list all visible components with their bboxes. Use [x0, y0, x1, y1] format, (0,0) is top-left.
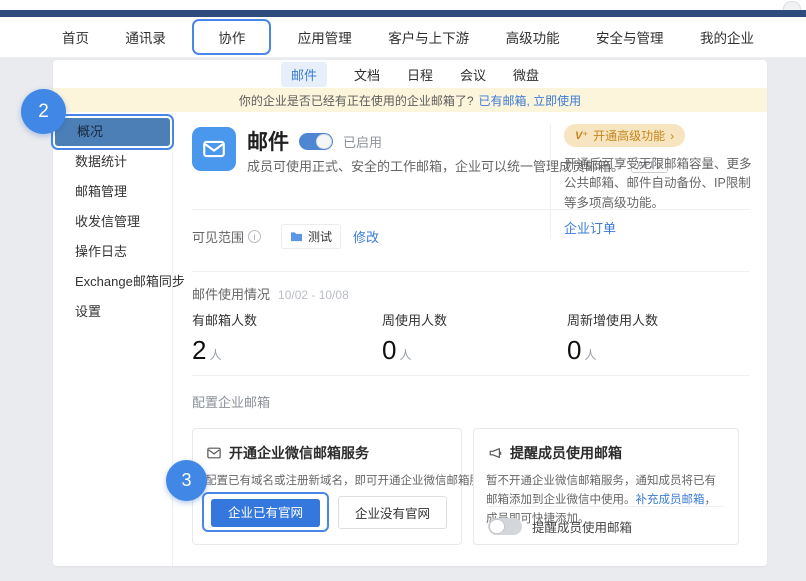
nav-item-security-management[interactable]: 安全与管理 [596, 27, 664, 47]
edit-visible-range-link[interactable]: 修改 [353, 227, 379, 246]
nav-item-contacts[interactable]: 通讯录 [125, 27, 166, 47]
premium-label: 开通高级功能 [593, 127, 665, 144]
step3-highlight-box: 企业已有官网 [202, 492, 329, 532]
notice-text: 你的企业是否已经有正在使用的企业邮箱了? [239, 92, 474, 109]
mail-status: 已启用 [343, 132, 382, 151]
has-website-button[interactable]: 企业已有官网 [211, 499, 320, 527]
sidebar-item-settings[interactable]: 设置 [53, 298, 172, 326]
premium-icon: V⁺ [575, 129, 588, 142]
visible-range-label: 可见范围 [192, 227, 244, 246]
card1-description: 配置已有域名或注册新域名，即可开通企业微信邮箱服务。 [205, 472, 449, 491]
notice-bar: 你的企业是否已经有正在使用的企业邮箱了? 已有邮箱, 立即使用 [53, 88, 767, 112]
main-content: 邮件 已启用 成员可使用正式、安全的工作邮箱，企业可以统一管理成员邮箱。 API… [173, 112, 767, 566]
tab-mail[interactable]: 邮件 [281, 62, 327, 87]
sidebar-item-exchange-sync[interactable]: Exchange邮箱同步 [53, 268, 172, 296]
app-top-bar [0, 10, 806, 17]
stat-weekly-users: 周使用人数 0人 [382, 310, 447, 366]
browser-top-strip [0, 0, 806, 10]
setup-mailbox-card: 开通企业微信邮箱服务 配置已有域名或注册新域名，即可开通企业微信邮箱服务。 企业… [192, 428, 462, 545]
tab-calendar[interactable]: 日程 [407, 62, 433, 87]
remind-members-card: 提醒成员使用邮箱 暂不开通企业微信邮箱服务，通知成员将已有邮箱添加到企业微信中使… [473, 428, 739, 545]
divider [192, 209, 750, 210]
nav-item-app-management[interactable]: 应用管理 [298, 27, 352, 47]
usage-title: 邮件使用情况 [192, 284, 270, 303]
config-section-label: 配置企业邮箱 [192, 392, 270, 411]
folder-icon [290, 231, 303, 242]
sidebar-item-data-stats[interactable]: 数据统计 [53, 148, 172, 176]
premium-description: 开通后可享受无限邮箱容量、更多公共邮箱、邮件自动备份、IP限制等多项高级功能。 [564, 155, 756, 213]
visible-scope-name: 测试 [308, 228, 332, 245]
tab-meeting[interactable]: 会议 [460, 62, 486, 87]
top-navigation: 首页 通讯录 协作 应用管理 客户与上下游 高级功能 安全与管理 我的企业 [0, 17, 806, 58]
premium-upgrade-button[interactable]: V⁺ 开通高级功能 › [564, 124, 685, 147]
remind-members-toggle[interactable] [488, 518, 522, 535]
card2-title: 提醒成员使用邮箱 [510, 443, 622, 463]
enterprise-order-link[interactable]: 企业订单 [564, 218, 616, 237]
mail-app-icon [192, 127, 236, 171]
nav-item-my-company[interactable]: 我的企业 [700, 27, 754, 47]
nav-item-collaboration[interactable]: 协作 [192, 19, 271, 55]
remind-toggle-label: 提醒成员使用邮箱 [532, 517, 632, 536]
nav-item-customers-downstream[interactable]: 客户与上下游 [388, 27, 469, 47]
step-badge-3: 3 [166, 460, 207, 501]
info-icon[interactable]: i [248, 230, 261, 243]
sidebar-item-overview[interactable]: 概况 [55, 118, 170, 146]
step-badge-2: 2 [21, 89, 66, 134]
stat-mailbox-users: 有邮箱人数 2人 [192, 310, 257, 366]
chevron-right-icon: › [670, 129, 674, 143]
page-title: 邮件 [247, 126, 289, 156]
card1-title: 开通企业微信邮箱服务 [229, 443, 369, 463]
no-website-button[interactable]: 企业没有官网 [338, 496, 447, 529]
sidebar-item-operation-log[interactable]: 操作日志 [53, 238, 172, 266]
visible-scope-chip: 测试 [281, 224, 341, 249]
tab-drive[interactable]: 微盘 [513, 62, 539, 87]
mail-enabled-toggle[interactable] [299, 133, 333, 150]
sidebar-item-mailbox-management[interactable]: 邮箱管理 [53, 178, 172, 206]
tab-docs[interactable]: 文档 [354, 62, 380, 87]
sidebar-item-send-receive-management[interactable]: 收发信管理 [53, 208, 172, 236]
content-panel: 邮件 文档 日程 会议 微盘 你的企业是否已经有正在使用的企业邮箱了? 已有邮箱… [53, 60, 767, 566]
divider [192, 375, 750, 376]
nav-item-advanced-features[interactable]: 高级功能 [506, 27, 560, 47]
megaphone-icon [488, 447, 502, 460]
window-corner [783, 1, 801, 10]
stat-weekly-new-users: 周新增使用人数 0人 [567, 310, 658, 366]
notice-link[interactable]: 已有邮箱, 立即使用 [479, 92, 582, 109]
nav-item-home[interactable]: 首页 [62, 27, 89, 47]
envelope-icon [207, 447, 221, 459]
divider [488, 506, 724, 507]
usage-period: 10/02 - 10/08 [278, 288, 349, 302]
divider [192, 271, 750, 272]
sidebar: 概况 数据统计 邮箱管理 收发信管理 操作日志 Exchange邮箱同步 设置 [53, 112, 173, 566]
module-tabs: 邮件 文档 日程 会议 微盘 [53, 60, 767, 88]
supplement-mailbox-link[interactable]: 补充成员邮箱 [636, 494, 705, 506]
premium-section: V⁺ 开通高级功能 › 开通后可享受无限邮箱容量、更多公共邮箱、邮件自动备份、I… [550, 124, 756, 238]
